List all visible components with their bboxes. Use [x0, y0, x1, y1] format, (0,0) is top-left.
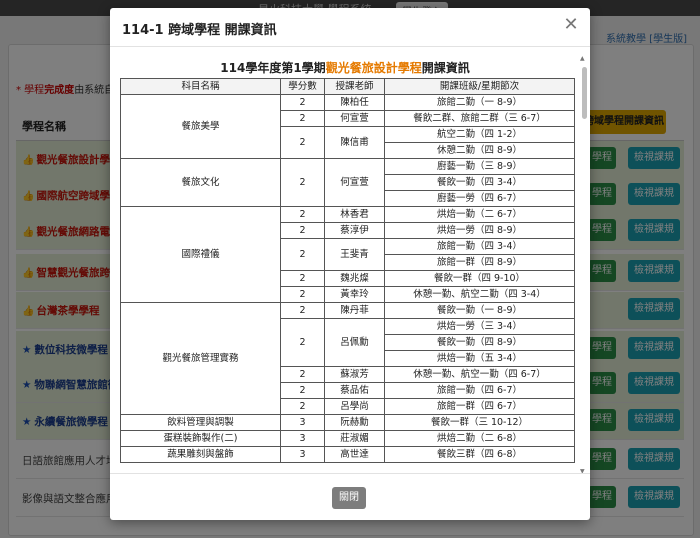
teacher-cell: 何宣萱: [324, 110, 385, 127]
teacher-cell: 蔡品佑: [324, 382, 385, 399]
class-schedule-cell: 烘焙一勤（五 3-4）: [384, 350, 575, 367]
header-teacher: 授課老師: [324, 78, 385, 95]
scrollbar-thumb[interactable]: [582, 67, 587, 119]
credits-cell: 3: [280, 414, 325, 431]
table-title-term: 114學年度第1學期: [220, 61, 326, 75]
class-schedule-cell: 餐飲一群（三 10-12）: [384, 414, 575, 431]
table-title: 114學年度第1學期觀光餐旅設計學程開課資訊: [110, 59, 580, 76]
credits-cell: 2: [280, 158, 325, 207]
class-schedule-cell: 廚藝一勞（四 6-7）: [384, 190, 575, 207]
class-schedule-cell: 旅館一群（四 6-7）: [384, 398, 575, 415]
header-credits: 學分數: [280, 78, 325, 95]
table-row: 蛋糕裝飾製作(二) 3 莊淑媚 烘焙二勤（二 6-8）: [120, 430, 575, 447]
table-row: 蔬果雕刻與盤飾 3 高世達 餐飲三群（四 6-8）: [120, 446, 575, 463]
table-row: 觀光餐旅管理實務 2 陳丹菲 餐飲一勤（一 8-9）: [120, 302, 575, 415]
teacher-cell: 呂學尚: [324, 398, 385, 415]
credits-cell: 2: [280, 286, 325, 303]
modal-body[interactable]: 114學年度第1學期觀光餐旅設計學程開課資訊 科目名稱 學分數 授課老師 開課班…: [110, 47, 590, 473]
course-name-cell: 飲料管理與調製: [120, 414, 281, 431]
credits-cell: 2: [280, 302, 325, 319]
table-row: 餐旅美學 2 陳柏任 旅館二勤（一 8-9）: [120, 94, 575, 159]
class-schedule-cell: 休憩一勤、航空二勤（四 3-4）: [384, 286, 575, 303]
course-table: 科目名稱 學分數 授課老師 開課班級/星期節次 餐旅美學 2 陳柏任 旅館二勤（一 8…: [120, 78, 575, 463]
class-schedule-cell: 休憩二勤（四 8-9）: [384, 142, 575, 159]
teacher-cell: 何宣萱: [324, 158, 385, 207]
course-name-cell: 餐旅美學: [120, 94, 281, 159]
close-icon[interactable]: ✕: [560, 14, 582, 36]
table-row: 餐旅文化 2 何宣萱 廚藝一勤（三 8-9）: [120, 158, 575, 207]
credits-cell: 2: [280, 270, 325, 287]
credits-cell: 2: [280, 238, 325, 271]
teacher-cell: 王斐青: [324, 238, 385, 271]
credits-cell: 2: [280, 126, 325, 159]
table-title-program: 觀光餐旅設計學程: [325, 61, 422, 75]
teacher-cell: 黃幸玲: [324, 286, 385, 303]
course-table-body: 餐旅美學 2 陳柏任 旅館二勤（一 8-9） 2 何宣萱 餐飲二群、旅館二群（三 6-7） 2…: [120, 94, 575, 463]
course-info-modal: 114-1 跨域學程 開課資訊 ✕ 114學年度第1學期觀光餐旅設計學程開課資訊…: [110, 8, 590, 520]
table-title-suffix: 開課資訊: [421, 61, 470, 75]
table-header-row: 科目名稱 學分數 授課老師 開課班級/星期節次: [120, 78, 575, 95]
teacher-cell: 蘇淑芳: [324, 366, 385, 383]
teacher-cell: 魏兆燦: [324, 270, 385, 287]
class-schedule-cell: 旅館一勤（四 3-4）: [384, 238, 575, 255]
header-course-name: 科目名稱: [120, 78, 281, 95]
credits-cell: 2: [280, 206, 325, 223]
class-schedule-cell: 餐飲一群（四 9-10）: [384, 270, 575, 287]
teacher-cell: 陳信甫: [324, 126, 385, 159]
teacher-cell: 高世達: [324, 446, 385, 463]
credits-cell: 2: [280, 398, 325, 415]
credits-cell: 3: [280, 446, 325, 463]
class-schedule-cell: 餐飲三群（四 6-8）: [384, 446, 575, 463]
class-schedule-cell: 餐飲一勤（一 8-9）: [384, 302, 575, 319]
class-schedule-cell: 餐飲二群、旅館二群（三 6-7）: [384, 110, 575, 127]
teacher-cell: 蔡淳伊: [324, 222, 385, 239]
class-schedule-cell: 烘焙一勞（四 8-9）: [384, 222, 575, 239]
class-schedule-cell: 旅館二勤（一 8-9）: [384, 94, 575, 111]
class-schedule-cell: 烘焙一勞（三 3-4）: [384, 318, 575, 335]
credits-cell: 2: [280, 382, 325, 399]
course-name-cell: 蔬果雕刻與盤飾: [120, 446, 281, 463]
teacher-cell: 莊淑媚: [324, 430, 385, 447]
class-schedule-cell: 餐飲一勤（四 8-9）: [384, 334, 575, 351]
class-schedule-cell: 旅館一勤（四 6-7）: [384, 382, 575, 399]
class-schedule-cell: 烘焙一勤（二 6-7）: [384, 206, 575, 223]
scroll-up-icon[interactable]: ▲: [580, 55, 585, 62]
teacher-cell: 林香君: [324, 206, 385, 223]
class-schedule-cell: 烘焙二勤（二 6-8）: [384, 430, 575, 447]
class-schedule-cell: 廚藝一勤（三 8-9）: [384, 158, 575, 175]
table-row: 飲料管理與調製 3 阮赫勳 餐飲一群（三 10-12）: [120, 414, 575, 431]
table-row: 國際禮儀 2 林香君 烘焙一勤（二 6-7）: [120, 206, 575, 303]
course-name-cell: 觀光餐旅管理實務: [120, 302, 281, 415]
class-schedule-cell: 旅館一群（四 8-9）: [384, 254, 575, 271]
teacher-cell: 阮赫勳: [324, 414, 385, 431]
teacher-cell: 陳柏任: [324, 94, 385, 111]
credits-cell: 2: [280, 318, 325, 367]
course-name-cell: 蛋糕裝飾製作(二): [120, 430, 281, 447]
modal-footer: 關閉: [110, 473, 590, 520]
teacher-cell: 陳丹菲: [324, 302, 385, 319]
modal-header: 114-1 跨域學程 開課資訊 ✕: [110, 8, 590, 47]
course-name-cell: 餐旅文化: [120, 158, 281, 207]
teacher-cell: 呂佩勳: [324, 318, 385, 367]
modal-title: 114-1 跨域學程 開課資訊: [122, 23, 277, 38]
credits-cell: 2: [280, 366, 325, 383]
class-schedule-cell: 餐飲一勤（四 3-4）: [384, 174, 575, 191]
class-schedule-cell: 航空二勤（四 1-2）: [384, 126, 575, 143]
credits-cell: 2: [280, 110, 325, 127]
close-button[interactable]: 關閉: [332, 487, 366, 509]
credits-cell: 2: [280, 222, 325, 239]
credits-cell: 2: [280, 94, 325, 111]
course-name-cell: 國際禮儀: [120, 206, 281, 303]
header-class-schedule: 開課班級/星期節次: [384, 78, 575, 95]
credits-cell: 3: [280, 430, 325, 447]
class-schedule-cell: 休憩一勤、航空一勤（四 6-7）: [384, 366, 575, 383]
